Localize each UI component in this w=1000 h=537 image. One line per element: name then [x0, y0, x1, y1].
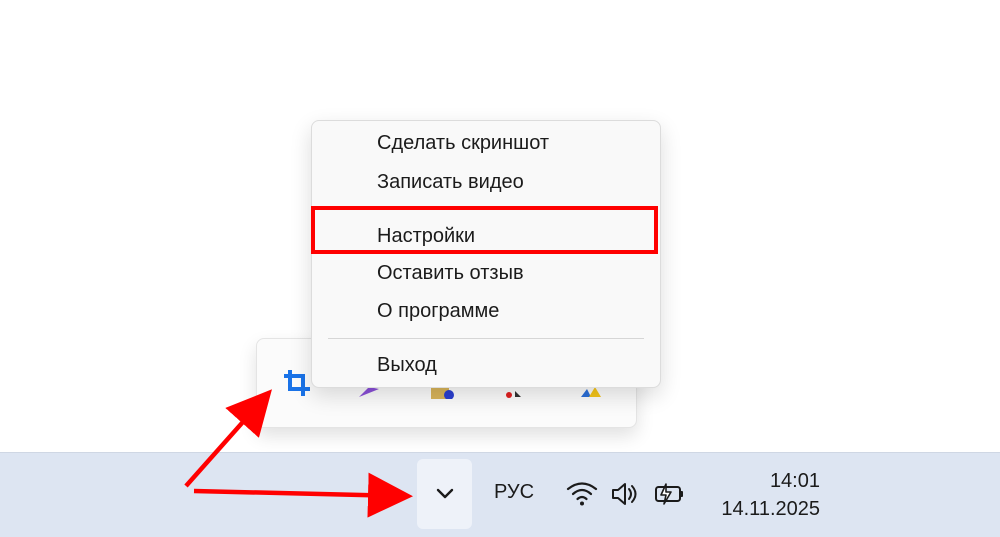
clock[interactable]: 14:01 14.11.2025 — [721, 467, 820, 523]
menu-item-exit[interactable]: Выход — [314, 347, 658, 383]
wifi-icon[interactable] — [565, 477, 599, 511]
taskbar: РУС 14:01 14.11.2025 — [0, 452, 1000, 537]
menu-item-screenshot[interactable]: Сделать скриншот — [314, 125, 658, 161]
clock-date: 14.11.2025 — [721, 498, 820, 520]
clock-time: 14:01 — [769, 470, 820, 492]
language-indicator[interactable]: РУС — [494, 481, 534, 504]
crop-capture-icon[interactable] — [281, 367, 313, 399]
volume-icon[interactable] — [608, 477, 642, 511]
menu-separator — [328, 338, 644, 339]
menu-item-about[interactable]: О программе — [314, 293, 658, 329]
menu-item-feedback[interactable]: Оставить отзыв — [314, 255, 658, 291]
show-hidden-icons-button[interactable] — [417, 459, 472, 529]
menu-item-record-video[interactable]: Записать видео — [314, 164, 658, 200]
battery-charging-icon[interactable] — [652, 477, 686, 511]
context-menu: Сделать скриншот Записать видео Настройк… — [311, 120, 661, 388]
menu-separator — [328, 207, 644, 208]
chevron-down-icon — [436, 488, 453, 499]
menu-item-settings[interactable]: Настройки — [314, 218, 658, 254]
